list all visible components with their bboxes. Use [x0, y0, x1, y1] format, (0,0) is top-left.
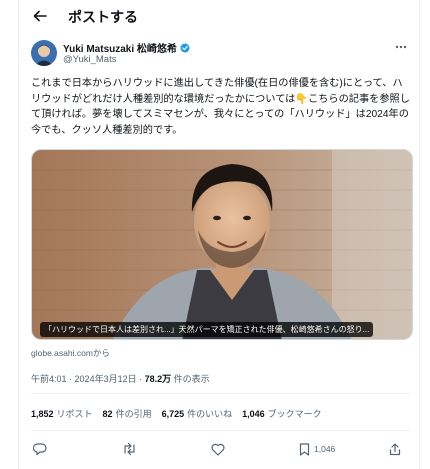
divider: [31, 430, 411, 431]
avatar[interactable]: [31, 40, 57, 66]
back-button[interactable]: [29, 6, 51, 26]
views-count: 78.2万: [144, 374, 172, 384]
action-bar: 1,046: [19, 440, 421, 458]
reply-button[interactable]: [33, 440, 47, 458]
tweet-meta: 午前4:01 · 2024年3月12日 · 78.2万 件の表示: [31, 372, 210, 385]
bookmark-count: 1,046: [314, 444, 336, 454]
link-card-image[interactable]: 「ハリウッドで日本人は差別され...」天然パーマを矯正された俳優、松崎悠希さんの…: [31, 149, 413, 340]
repost-button[interactable]: [122, 440, 137, 458]
tweet-date[interactable]: 2024年3月12日: [75, 374, 137, 384]
link-source[interactable]: globe.asahi.comから: [31, 347, 110, 359]
like-icon: [211, 443, 225, 456]
quotes-stat[interactable]: 82 件の引用: [103, 407, 152, 420]
arrow-left-icon: [33, 10, 47, 22]
verified-badge-icon: [180, 43, 190, 52]
views-label: 件の表示: [173, 374, 210, 384]
more-icon: [395, 45, 407, 49]
share-button[interactable]: [389, 440, 401, 458]
repost-icon: [124, 442, 135, 456]
more-options-button[interactable]: [393, 41, 409, 53]
author-display-name: Yuki Matsuzaki 松崎悠希: [63, 44, 177, 55]
divider: [31, 393, 411, 394]
tweet-panel: ポストする Yuki Matsuzaki 松崎悠希 @Yuki_Mats これま…: [18, 0, 420, 469]
like-button[interactable]: [211, 440, 225, 458]
page: ポストする Yuki Matsuzaki 松崎悠希 @Yuki_Mats これま…: [0, 0, 430, 469]
bookmarks-stat[interactable]: 1,046 ブックマーク: [242, 407, 322, 420]
link-card-caption: 「ハリウッドで日本人は差別され...」天然パーマを矯正された俳優、松崎悠希さんの…: [40, 322, 374, 337]
reply-icon: [33, 443, 47, 456]
author-handle[interactable]: @Yuki_Mats: [63, 54, 116, 65]
tweet-text: これまで日本からハリウッドに進出してきた俳優(在日の俳優を含む)にとって、ハリウ…: [31, 78, 410, 136]
author-name[interactable]: Yuki Matsuzaki 松崎悠希: [63, 40, 190, 55]
page-title: ポストする: [68, 9, 138, 25]
person-photo: [32, 150, 412, 339]
tweet-time[interactable]: 午前4:01: [31, 374, 67, 384]
header: ポストする: [19, 0, 421, 32]
avatar-image: [31, 40, 57, 66]
likes-stat[interactable]: 6,725 件のいいね: [162, 407, 233, 420]
share-icon: [389, 442, 401, 455]
engagement-stats: 1,852 リポスト 82 件の引用 6,725 件のいいね 1,046 ブックマーク: [31, 407, 322, 420]
bookmark-icon: [299, 442, 310, 456]
bookmark-button[interactable]: 1,046: [299, 440, 335, 458]
reposts-stat[interactable]: 1,852 リポスト: [31, 407, 93, 420]
